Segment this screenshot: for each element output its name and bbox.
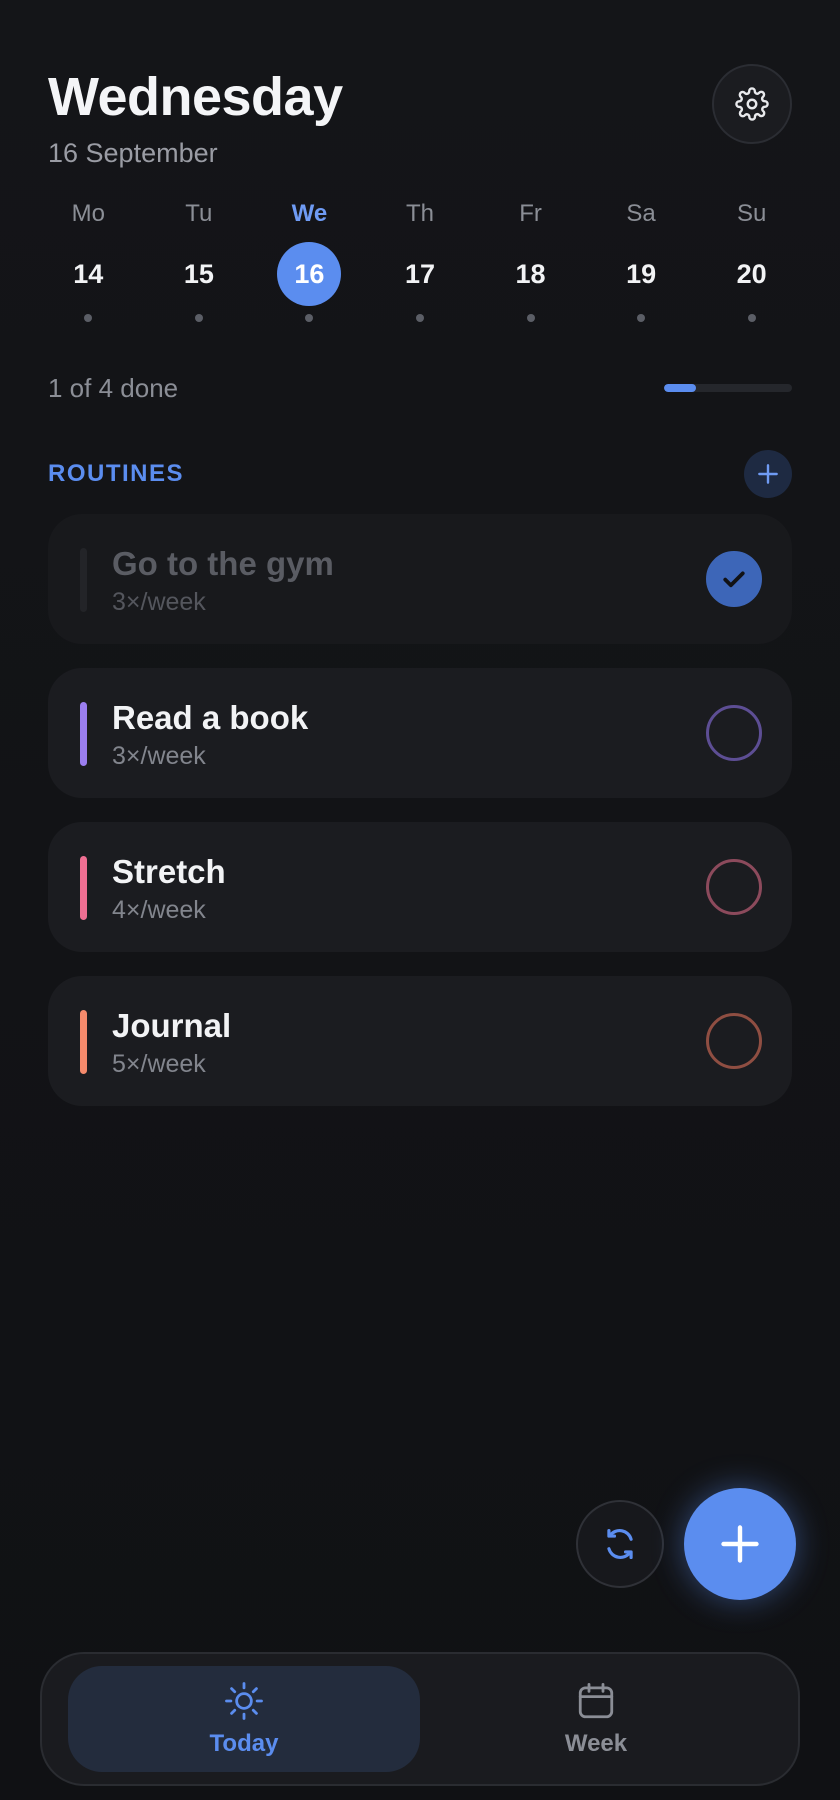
- plus-icon: [721, 1525, 759, 1563]
- add-routine-button[interactable]: [744, 450, 792, 498]
- routine-checkbox-checked[interactable]: [706, 551, 762, 607]
- section-title: ROUTINES: [48, 460, 185, 487]
- routine-frequency: 4×/week: [112, 896, 206, 924]
- routine-name: Journal: [112, 1007, 232, 1044]
- sync-button[interactable]: [576, 1500, 664, 1588]
- day-name: Sa: [626, 200, 656, 227]
- day-number-selected: 16: [277, 242, 342, 306]
- day-number: 15: [183, 258, 214, 289]
- routine-frequency: 5×/week: [112, 1050, 206, 1078]
- routine-color-bar: [80, 1010, 87, 1074]
- day-indicator-dot: [526, 314, 535, 322]
- routine-card-gym[interactable]: Go to the gym 3×/week: [48, 514, 792, 644]
- routine-text: Read a book 3×/week: [112, 698, 308, 771]
- routine-card-stretch[interactable]: Stretch 4×/week: [48, 822, 792, 952]
- calendar-icon: [578, 1682, 614, 1719]
- sun-icon: [225, 1682, 263, 1720]
- routine-list: Go to the gym 3×/week Read a book 3×/wee…: [48, 514, 792, 1130]
- progress-row: 1 of 4 done: [48, 370, 792, 406]
- routine-color-bar: [80, 702, 87, 766]
- day-indicator-dot: [637, 314, 646, 322]
- routines-section-header: ROUTINES: [48, 448, 792, 500]
- routine-frequency: 3×/week: [112, 588, 206, 616]
- day-indicator-dot: [747, 314, 756, 322]
- week-strip: Mo 14 Tu 15 We 16 Th 17 Fr 18 Sa 19 Su 2…: [33, 196, 807, 322]
- routine-name: Stretch: [112, 853, 226, 890]
- day-number: 14: [73, 258, 104, 289]
- day-name: We: [291, 200, 328, 227]
- refresh-icon: [607, 1528, 633, 1560]
- routine-card-journal[interactable]: Journal 5×/week: [48, 976, 792, 1106]
- progress-bar: [664, 384, 792, 392]
- nav-tab-today[interactable]: Today: [68, 1666, 420, 1772]
- gear-icon: [735, 87, 769, 121]
- day-name: Su: [736, 200, 767, 227]
- day-name: Th: [405, 200, 434, 227]
- day-indicator-dot: [305, 314, 314, 322]
- routine-name: Go to the gym: [112, 545, 334, 582]
- page-date: 16 September: [48, 138, 218, 168]
- day-indicator-dot: [194, 314, 203, 322]
- day-number: 20: [736, 258, 767, 289]
- day-number: 19: [626, 258, 657, 289]
- nav-label: Today: [209, 1730, 279, 1757]
- page-header: Wednesday 16 September: [48, 62, 792, 172]
- routine-color-bar: [80, 856, 87, 920]
- routine-text: Stretch 4×/week: [112, 852, 226, 925]
- routine-frequency: 3×/week: [112, 742, 206, 770]
- progress-bar-fill: [664, 384, 696, 392]
- routine-color-bar: [80, 548, 87, 612]
- day-friday[interactable]: Fr 18: [475, 196, 586, 322]
- day-number: 17: [404, 258, 435, 289]
- day-name: Mo: [71, 200, 105, 227]
- day-monday[interactable]: Mo 14: [33, 196, 144, 322]
- day-number: 18: [515, 258, 546, 289]
- day-thursday[interactable]: Th 17: [365, 196, 476, 322]
- nav-label: Week: [564, 1730, 628, 1757]
- routine-checkbox[interactable]: [706, 1013, 762, 1069]
- routine-card-read[interactable]: Read a book 3×/week: [48, 668, 792, 798]
- floating-actions: [576, 1488, 796, 1600]
- add-button[interactable]: [684, 1488, 796, 1600]
- day-tuesday[interactable]: Tu 15: [144, 196, 255, 322]
- bottom-navigation: Today Week: [40, 1652, 800, 1786]
- nav-tab-week[interactable]: Week: [420, 1666, 772, 1772]
- routine-text: Go to the gym 3×/week: [112, 544, 334, 617]
- routine-checkbox[interactable]: [706, 705, 762, 761]
- routine-checkbox[interactable]: [706, 859, 762, 915]
- routine-text: Journal 5×/week: [112, 1006, 231, 1079]
- day-indicator-dot: [415, 314, 424, 322]
- day-name: Fr: [519, 200, 542, 227]
- day-wednesday[interactable]: We 16: [254, 196, 365, 322]
- plus-icon: [758, 464, 778, 484]
- routine-name: Read a book: [112, 699, 309, 736]
- settings-button[interactable]: [712, 64, 792, 144]
- day-saturday[interactable]: Sa 19: [586, 196, 697, 322]
- day-sunday[interactable]: Su 20: [696, 196, 807, 322]
- progress-label: 1 of 4 done: [48, 372, 179, 403]
- checkmark-icon: [723, 571, 745, 588]
- day-indicator-dot: [84, 314, 93, 322]
- day-name: Tu: [185, 200, 213, 227]
- page-title: Wednesday: [48, 67, 343, 127]
